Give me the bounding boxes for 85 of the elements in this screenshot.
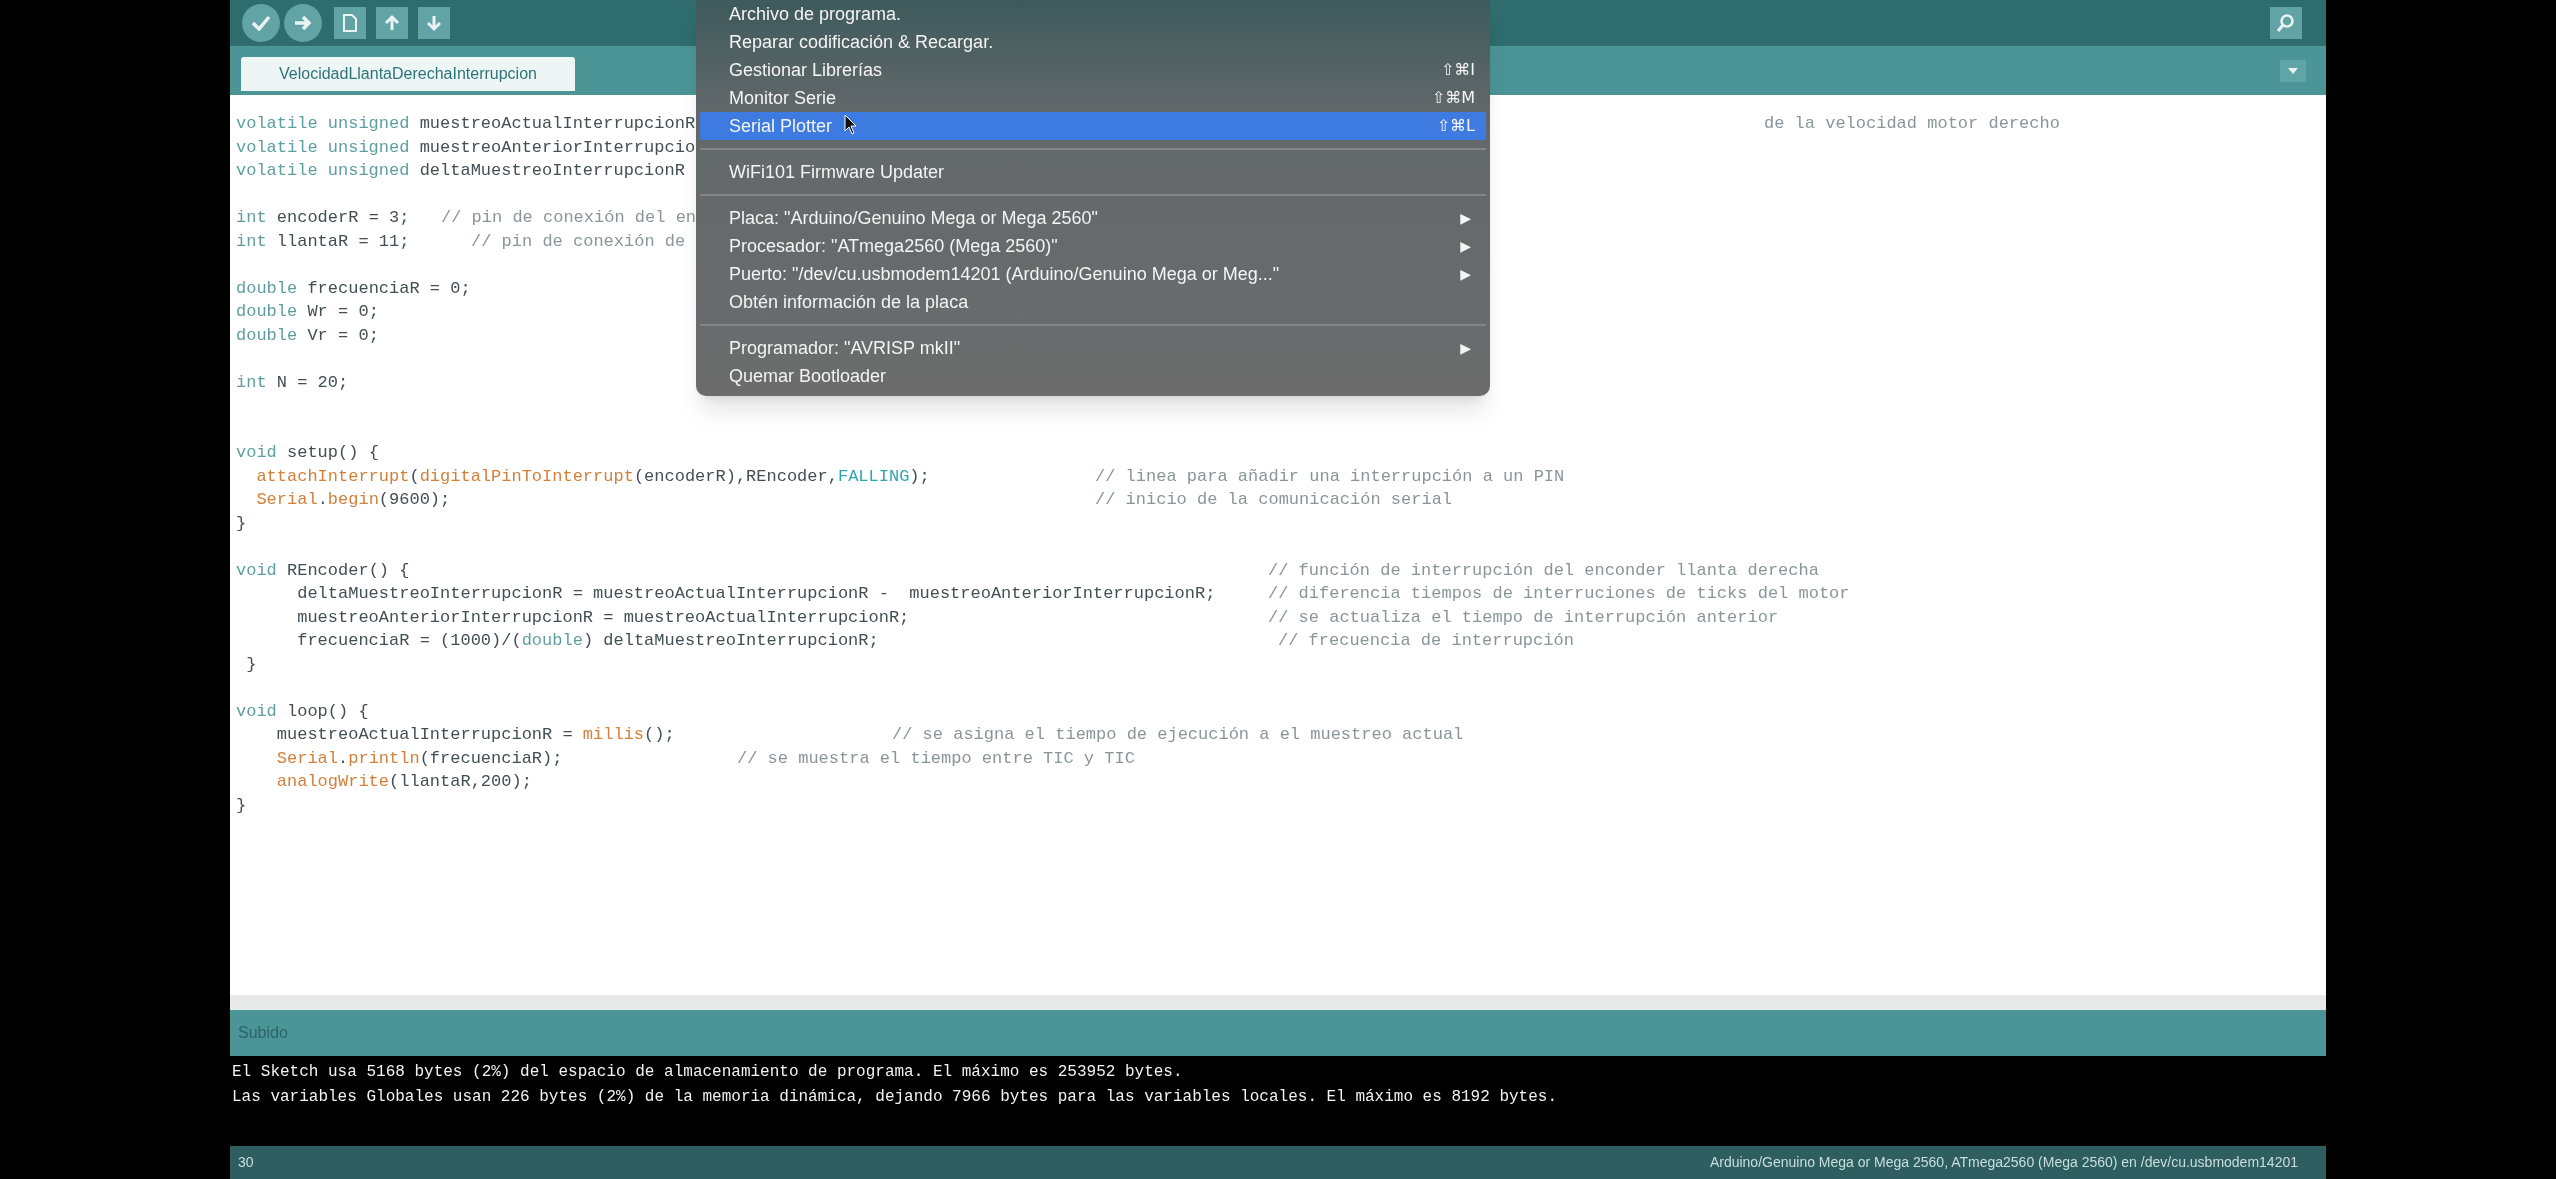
code-line: } [236, 513, 247, 533]
code-line: void REncoder() { [236, 560, 410, 580]
submenu-arrow: ▶ [1460, 208, 1471, 228]
menu-item-label: Puerto: "/dev/cu.usbmodem14201 (Arduino/Genuino Mega or Meg..." [729, 262, 1280, 286]
shortcut-label: ⇧⌘M [1431, 87, 1475, 109]
verify-button[interactable] [242, 4, 280, 42]
save-button[interactable] [418, 7, 450, 39]
code-line: int llantaR = 11; [236, 231, 410, 251]
menu-item-label: Gestionar Librerías [729, 58, 883, 82]
menu-item[interactable]: Obtén información de la placa [700, 288, 1486, 316]
code-line: int N = 20; [236, 372, 349, 392]
arrow-down-icon [425, 14, 443, 32]
code-line: volatile unsigned deltaMuestreoInterrupcionR [236, 161, 685, 180]
code-line: double Wr = 0; [236, 302, 379, 321]
menu-item[interactable]: Serial Plotter ⇧⌘L [700, 112, 1486, 140]
menu-item-label: Reparar codificación & Recargar. [729, 30, 994, 54]
arrow-right-icon [293, 14, 313, 32]
code-comment: // inicio de la comunicación serial [1095, 489, 1453, 511]
code-comment: // linea para añadir una interrupción a un PIN [1095, 465, 1565, 488]
caret-down-icon [2287, 67, 2299, 75]
code-line: muestreoActualInterrupcionR = millis(); [275, 725, 675, 744]
code-line: deltaMuestreoInterrupcionR = muestreoActualInterrupcionR - muestreoAnteriorInterrupcionR; [296, 584, 1216, 603]
code-line: } [245, 654, 257, 674]
code-line: attachInterrupt(digitalPinToInterrupt(encoderR),REncoder,FALLING); [255, 466, 930, 486]
new-button[interactable] [334, 7, 366, 39]
menu-item[interactable]: Puerto: "/dev/cu.usbmodem14201 (Arduino/Genuino Mega or Meg..." ▶ [700, 260, 1486, 288]
check-icon [251, 15, 271, 31]
code-line: Serial.println(frecuenciaR); [275, 748, 563, 768]
code-comment: // se actualiza el tiempo de interrupción anterior [1268, 606, 1779, 629]
code-comment: // diferencia tiempos de interruciones de ticks del motor [1268, 583, 1850, 605]
menu-item[interactable]: Monitor Serie ⇧⌘M [700, 84, 1486, 112]
code-line: void loop() { [236, 701, 369, 721]
code-line: Serial.begin(9600); [255, 490, 451, 509]
line-number: 30 [238, 1153, 254, 1172]
code-line: volatile unsigned muestreoAnteriorInterrupcio [236, 137, 696, 157]
upload-button[interactable] [284, 4, 322, 42]
menu-item[interactable]: Placa: "Arduino/Genuino Mega or Mega 2560" ▶ [700, 204, 1486, 232]
code-line: double frecuenciaR = 0; [236, 278, 471, 298]
code-line: void setup() { [236, 443, 379, 462]
menu-item[interactable]: WiFi101 Firmware Updater [700, 158, 1486, 186]
menu-item[interactable]: Archivo de programa. [700, 0, 1486, 28]
code-comment: // se asigna el tiempo de ejecución a el muestreo actual [892, 724, 1464, 746]
board-info: Arduino/Genuino Mega or Mega 2560, ATmega2560 (Mega 2560) en /dev/cu.usbmodem14201 [1709, 1153, 2298, 1172]
code-comment: de la velocidad motor derecho [1764, 113, 2060, 135]
tab-menu-button[interactable] [2280, 60, 2306, 82]
open-button[interactable] [376, 7, 408, 39]
code-comment: // pin de conexión del en [441, 207, 697, 229]
menu-item-label: Procesador: "ATmega2560 (Mega 2560)" [729, 234, 1058, 258]
code-line: analogWrite(llantaR,200); [275, 772, 532, 791]
shortcut-label: ⇧⌘I [1440, 59, 1475, 81]
code-line: frecuenciaR = (1000)/(double) deltaMuestreoInterrupcionR; [296, 631, 879, 650]
code-comment: // frecuencia de interrupción [1278, 630, 1574, 652]
menu-item-label: Archivo de programa. [729, 2, 902, 26]
code-comment: // pin de conexión de [471, 230, 686, 253]
menu-item-label: Programador: "AVRISP mkII" [729, 336, 961, 360]
page-icon [342, 13, 358, 33]
file-tab[interactable]: VelocidadLlantaDerechaInterrupcion [241, 57, 575, 91]
submenu-arrow: ▶ [1460, 338, 1471, 358]
code-line: } [236, 795, 247, 815]
menu-item-label: Obtén información de la placa [729, 290, 969, 314]
menu-item[interactable]: Reparar codificación & Recargar. [700, 28, 1486, 56]
code-line: int encoderR = 3; [236, 208, 410, 227]
code-comment: // se muestra el tiempo entre TIC y TIC [737, 747, 1135, 770]
serial-monitor-button[interactable] [2270, 7, 2302, 39]
submenu-arrow: ▶ [1460, 236, 1471, 256]
console-line: El Sketch usa 5168 bytes (2%) del espacio de almacenamiento de programa. El máximo es 253952 bytes. [232, 1063, 1183, 1081]
menu-item-label: Quemar Bootloader [729, 364, 887, 388]
menu-item-label: Serial Plotter [729, 114, 833, 138]
menu-item[interactable]: Programador: "AVRISP mkII" ▶ [700, 334, 1486, 362]
code-line: volatile unsigned muestreoActualInterrupcionR [236, 114, 696, 133]
submenu-arrow: ▶ [1460, 264, 1471, 284]
code-comment: // función de interrupción del enconder llanta derecha [1268, 559, 1819, 582]
menu-item[interactable]: Procesador: "ATmega2560 (Mega 2560)" ▶ [700, 232, 1486, 260]
shortcut-label: ⇧⌘L [1436, 115, 1475, 137]
search-icon [2276, 13, 2296, 33]
menu-item-label: WiFi101 Firmware Updater [729, 160, 945, 184]
menu-item[interactable]: Gestionar Librerías ⇧⌘I [700, 56, 1486, 84]
code-line: muestreoAnteriorInterrupcionR = muestreoActualInterrupcionR; [296, 607, 910, 627]
menu-item-label: Placa: "Arduino/Genuino Mega or Mega 2560" [729, 206, 1098, 230]
menu-item-label: Monitor Serie [729, 86, 837, 110]
console-line: Las variables Globales usan 226 bytes (2%) de la memoria dinámica, dejando 7966 bytes para las variables locales. El máximo es 8192 bytes. [232, 1088, 1557, 1106]
arrow-up-icon [383, 14, 401, 32]
menu-item[interactable]: Quemar Bootloader [700, 362, 1486, 390]
mouse-pointer-icon [844, 114, 858, 135]
code-line: double Vr = 0; [236, 325, 379, 345]
